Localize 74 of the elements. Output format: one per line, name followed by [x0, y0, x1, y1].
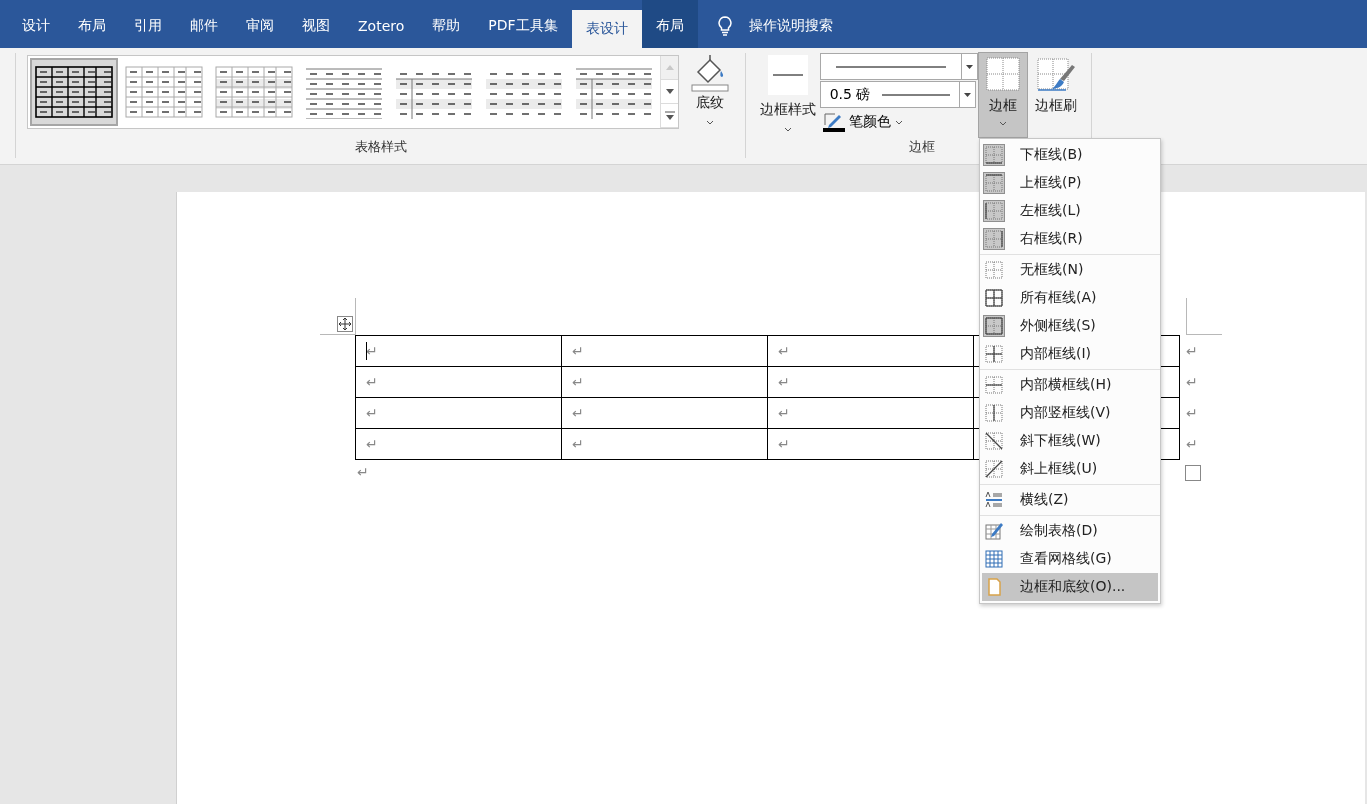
paragraph-mark: ↵: [357, 464, 370, 480]
line-weight-dropdown[interactable]: 0.5 磅: [820, 81, 976, 108]
ribbon-tab[interactable]: 引用: [120, 0, 176, 48]
chevron-icon: [999, 121, 1007, 126]
menu-item[interactable]: 下框线(B): [980, 141, 1160, 169]
table-cell: ↵: [767, 397, 974, 429]
table-cell: ↵: [355, 428, 562, 460]
menu-item[interactable]: 斜下框线(W): [980, 427, 1160, 455]
menu-item[interactable]: 右框线(R): [980, 225, 1160, 253]
menu-item[interactable]: 所有框线(A): [980, 284, 1160, 312]
ribbon-tab[interactable]: 邮件: [176, 0, 232, 48]
table-resize-handle[interactable]: [1185, 465, 1201, 481]
line-style-dropdown[interactable]: [820, 53, 978, 80]
line-weight-sample: [882, 92, 951, 97]
ribbon-tab[interactable]: PDF工具集: [474, 0, 572, 48]
menu-item[interactable]: 横线(Z): [980, 486, 1160, 514]
paint-bucket-icon: [690, 54, 730, 92]
ribbon-tab[interactable]: 布局: [641, 0, 698, 48]
caret-down-icon: [665, 89, 674, 94]
border-grid-icon: [986, 57, 1020, 91]
line-preview-icon: [768, 55, 808, 95]
table-cell: ↵: [561, 397, 768, 429]
ribbon-tab[interactable]: 设计: [8, 0, 64, 48]
border-brush-icon: [1036, 57, 1076, 93]
menu-item[interactable]: 外侧框线(S): [980, 312, 1160, 340]
table-cell: ↵: [355, 397, 562, 429]
ribbon-tab[interactable]: Zotero: [344, 0, 419, 48]
menu-item[interactable]: 绘制表格(D): [980, 517, 1160, 545]
table-cell: ↵: [561, 428, 768, 460]
group-label: 表格样式: [354, 138, 407, 156]
tell-me-search[interactable]: 操作说明搜索: [748, 17, 833, 35]
menu-item[interactable]: 查看网格线(G): [980, 545, 1160, 573]
pen-color-button[interactable]: 笔颜色: [823, 112, 978, 132]
border-painter-button[interactable]: 边框刷: [1031, 53, 1081, 115]
row-end-mark: ↵: [1179, 428, 1204, 460]
more-icon: [664, 111, 675, 120]
ribbon-tab[interactable]: 布局: [64, 0, 120, 48]
chevron-icon: [784, 127, 792, 132]
menu-item[interactable]: 上框线(P): [980, 169, 1160, 197]
menu-item[interactable]: 内部竖框线(V): [980, 399, 1160, 427]
caret-down-icon: [964, 92, 971, 97]
border-styles-button[interactable]: 边框样式: [756, 53, 820, 132]
menu-item[interactable]: 边框和底纹(O)...: [982, 573, 1158, 601]
menu-item[interactable]: 内部横框线(H): [980, 371, 1160, 399]
table-cell: ↵: [355, 335, 562, 367]
caret-down-icon: [966, 64, 973, 69]
menu-item[interactable]: 无框线(N): [980, 256, 1160, 284]
group-label: 边框: [908, 138, 935, 156]
ribbon-tab[interactable]: 表设计: [571, 10, 642, 48]
menu-item[interactable]: 左框线(L): [980, 197, 1160, 225]
shading-button[interactable]: 底纹: [688, 53, 732, 125]
ribbon-tab[interactable]: 审阅: [232, 0, 288, 48]
row-end-mark: ↵: [1179, 397, 1204, 429]
row-end-mark: ↵: [1179, 335, 1204, 367]
row-end-mark: ↵: [1179, 366, 1204, 398]
table-cell: ↵: [767, 335, 974, 367]
table-move-handle-icon[interactable]: [337, 316, 353, 332]
table-cell: ↵: [561, 335, 768, 367]
ribbon-tab[interactable]: 帮助: [418, 0, 475, 48]
pen-icon: [823, 112, 845, 132]
chevron-icon: [706, 120, 714, 125]
table-cell: ↵: [355, 366, 562, 398]
table-style-thumbnail[interactable]: [30, 58, 118, 126]
table-cell: ↵: [767, 366, 974, 398]
text-cursor: [366, 342, 367, 360]
chevron-icon: [895, 119, 903, 125]
menu-item[interactable]: 斜上框线(U): [980, 455, 1160, 483]
borders-button[interactable]: 边框: [978, 52, 1028, 138]
menu-item[interactable]: 内部框线(I): [980, 340, 1160, 368]
lightbulb-icon: [717, 16, 732, 36]
table-cell: ↵: [561, 366, 768, 398]
caret-up-icon: [665, 65, 674, 70]
table-cell: ↵: [767, 428, 974, 460]
ribbon-tab[interactable]: 视图: [288, 0, 344, 48]
